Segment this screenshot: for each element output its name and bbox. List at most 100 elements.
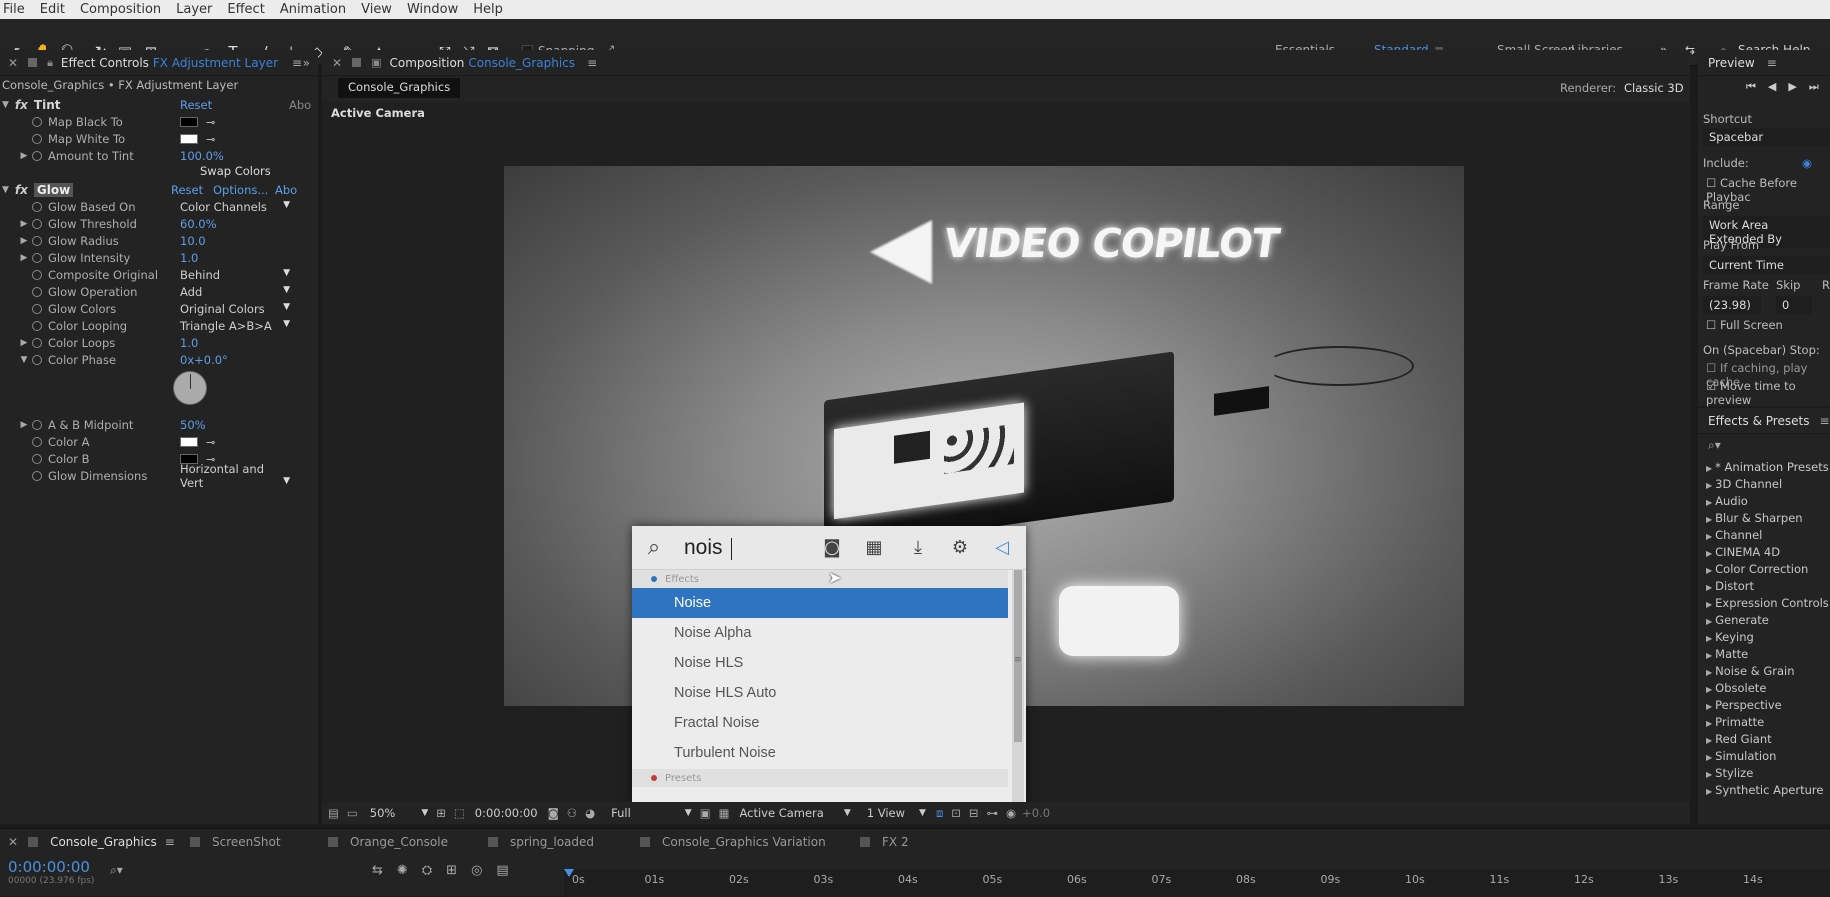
- search-result-item[interactable]: Fractal Noise: [632, 708, 1008, 738]
- expand-icon[interactable]: ▶: [18, 219, 30, 229]
- eyedropper-icon[interactable]: ⊸: [206, 436, 215, 449]
- exposure-value[interactable]: +0.0: [1022, 806, 1050, 820]
- glow-options[interactable]: Options...: [213, 183, 268, 197]
- draft-3d-icon[interactable]: ⊡: [951, 806, 961, 820]
- stopwatch-icon[interactable]: [32, 252, 42, 263]
- effects-category-item[interactable]: Keying: [1706, 630, 1754, 644]
- effects-category-item[interactable]: Distort: [1706, 579, 1754, 593]
- close-icon[interactable]: ✕: [8, 56, 18, 70]
- effects-category-item[interactable]: Noise & Grain: [1706, 664, 1794, 678]
- search-input[interactable]: nois: [684, 536, 723, 560]
- snapshot-icon[interactable]: ◙: [548, 806, 559, 820]
- flowchart-icon[interactable]: ⊶: [987, 806, 999, 820]
- comp-timecode[interactable]: 0:00:00:00: [475, 806, 538, 820]
- expand-icon[interactable]: ▼: [18, 355, 30, 365]
- monitor-icon[interactable]: ▭: [347, 806, 358, 820]
- glow-threshold-value[interactable]: 60.0%: [180, 217, 217, 231]
- color-looping-dropdown[interactable]: Triangle A>B>A: [180, 319, 290, 333]
- tint-expand-icon[interactable]: ▼: [2, 100, 9, 110]
- time-ruler[interactable]: 0s 01s 02s 03s 04s 05s 06s 07s 08s 09s 10s 11s 12s 13…: [564, 869, 1830, 897]
- playback-controls[interactable]: ⏮◀▶⏭: [1746, 80, 1830, 94]
- effects-category-item[interactable]: Matte: [1706, 647, 1748, 661]
- timeline-timecode[interactable]: 0:00:00:00: [8, 858, 90, 876]
- glow-intensity-value[interactable]: 1.0: [180, 251, 198, 265]
- resolution-dropdown-icon[interactable]: ▼: [685, 808, 692, 818]
- toggle-pixel-aspect-icon[interactable]: ⧈: [936, 806, 943, 821]
- show-snapshot-icon[interactable]: ⚇: [567, 806, 577, 820]
- timeline-icon[interactable]: ⊟: [969, 806, 979, 820]
- glow-intensity-property[interactable]: ▶ Glow Intensity 1.0: [0, 249, 318, 266]
- menu-composition[interactable]: Composition: [80, 2, 161, 17]
- eyedropper-icon[interactable]: ⊸: [206, 116, 215, 129]
- stopwatch-icon[interactable]: [32, 150, 42, 161]
- camera-view-select[interactable]: Active Camera: [739, 806, 823, 820]
- expand-icon[interactable]: ▶: [18, 338, 30, 348]
- glow-operation-dropdown[interactable]: Add: [180, 285, 290, 299]
- search-result-item[interactable]: Noise HLS: [632, 648, 1008, 678]
- color-phase-property[interactable]: ▼ Color Phase 0x+0.0°: [0, 351, 318, 368]
- color-loops-property[interactable]: ▶ Color Loops 1.0: [0, 334, 318, 351]
- effects-category-item[interactable]: Perspective: [1706, 698, 1782, 712]
- effects-category-item[interactable]: Red Giant: [1706, 732, 1771, 746]
- color-a-property[interactable]: Color A ⊸: [0, 433, 318, 450]
- color-loops-value[interactable]: 1.0: [180, 336, 198, 350]
- stopwatch-icon[interactable]: [32, 303, 42, 314]
- glow-colors-dropdown[interactable]: Original Colors: [180, 302, 290, 316]
- composition-tab[interactable]: ✕ ▣ Composition Console_Graphics ≡: [322, 50, 1690, 76]
- close-icon[interactable]: ✕: [332, 56, 342, 70]
- color-looping-property[interactable]: Color Looping Triangle A>B>A: [0, 317, 318, 334]
- color-phase-dial[interactable]: [173, 371, 207, 405]
- expand-icon[interactable]: ▶: [18, 151, 30, 161]
- timeline-tab[interactable]: Orange_Console: [328, 835, 448, 849]
- timeline-tab[interactable]: Console_Graphics Variation: [640, 835, 826, 849]
- composite-original-property[interactable]: Composite Original Behind: [0, 266, 318, 283]
- a-b-midpoint-value[interactable]: 50%: [180, 418, 206, 432]
- stopwatch-icon[interactable]: [32, 235, 42, 246]
- image-icon[interactable]: ▦: [862, 536, 886, 560]
- color-a-swatch[interactable]: [180, 437, 198, 447]
- menu-file[interactable]: File: [3, 2, 25, 17]
- view-layout-select[interactable]: 1 View: [867, 806, 905, 820]
- fx-icon[interactable]: fx: [15, 183, 28, 197]
- effects-category-item[interactable]: Synthetic Aperture: [1706, 783, 1823, 797]
- glow-radius-value[interactable]: 10.0: [180, 234, 206, 248]
- glow-radius-property[interactable]: ▶ Glow Radius 10.0: [0, 232, 318, 249]
- move-time[interactable]: ☑ Move time to preview: [1706, 379, 1830, 407]
- glow-operation-property[interactable]: Glow Operation Add: [0, 283, 318, 300]
- tint-effect-header[interactable]: ▼ fx Tint Reset Abo: [0, 96, 318, 113]
- glow-threshold-property[interactable]: ▶ Glow Threshold 60.0%: [0, 215, 318, 232]
- amount-to-tint-property[interactable]: ▶ Amount to Tint 100.0%: [0, 147, 318, 164]
- send-icon[interactable]: ◁: [990, 536, 1014, 560]
- timeline-tab[interactable]: FX 2: [860, 835, 909, 849]
- stopwatch-icon[interactable]: [32, 269, 42, 280]
- effects-category-item[interactable]: Color Correction: [1706, 562, 1808, 576]
- effects-category-item[interactable]: Stylize: [1706, 766, 1753, 780]
- timeline-switches[interactable]: ⇆✺⛭⊞◎▤: [372, 863, 523, 878]
- full-screen[interactable]: ☐ Full Screen: [1706, 318, 1783, 332]
- stopwatch-icon[interactable]: [32, 116, 42, 127]
- search-result-item[interactable]: Turbulent Noise: [632, 738, 1008, 768]
- map-white-to-swatch[interactable]: [180, 134, 198, 144]
- channel-icon[interactable]: ◕: [585, 806, 595, 820]
- expand-icon[interactable]: ▶: [18, 420, 30, 430]
- glow-reset[interactable]: Reset: [171, 183, 203, 197]
- exposure-icon[interactable]: ◉: [1006, 806, 1016, 820]
- panel-menu-icon[interactable]: ≡: [587, 56, 597, 70]
- tint-about[interactable]: Abo: [289, 98, 311, 112]
- menu-edit[interactable]: Edit: [40, 2, 65, 17]
- timeline-search-icon[interactable]: ⌕▾: [110, 863, 123, 878]
- color-phase-value[interactable]: 0x+0.0°: [180, 353, 228, 367]
- glow-effect-header[interactable]: ▼ fx Glow Reset Options... Abo: [0, 181, 318, 198]
- search-result-item[interactable]: Noise HLS Auto: [632, 678, 1008, 708]
- renderer-value[interactable]: Classic 3D: [1624, 81, 1684, 95]
- tint-reset[interactable]: Reset: [180, 98, 212, 112]
- stopwatch-icon[interactable]: [32, 133, 42, 144]
- stopwatch-icon[interactable]: [32, 320, 42, 331]
- a-b-midpoint-property[interactable]: ▶ A & B Midpoint 50%: [0, 416, 318, 433]
- panel-menu-icon[interactable]: ≡: [165, 835, 175, 849]
- map-white-to-property[interactable]: Map White To ⊸: [0, 130, 318, 147]
- stopwatch-icon[interactable]: [32, 436, 42, 447]
- lock-icon[interactable]: [28, 58, 38, 67]
- frame-rate-select[interactable]: (23.98): [1703, 296, 1761, 314]
- map-black-to-property[interactable]: Map Black To ⊸: [0, 113, 318, 130]
